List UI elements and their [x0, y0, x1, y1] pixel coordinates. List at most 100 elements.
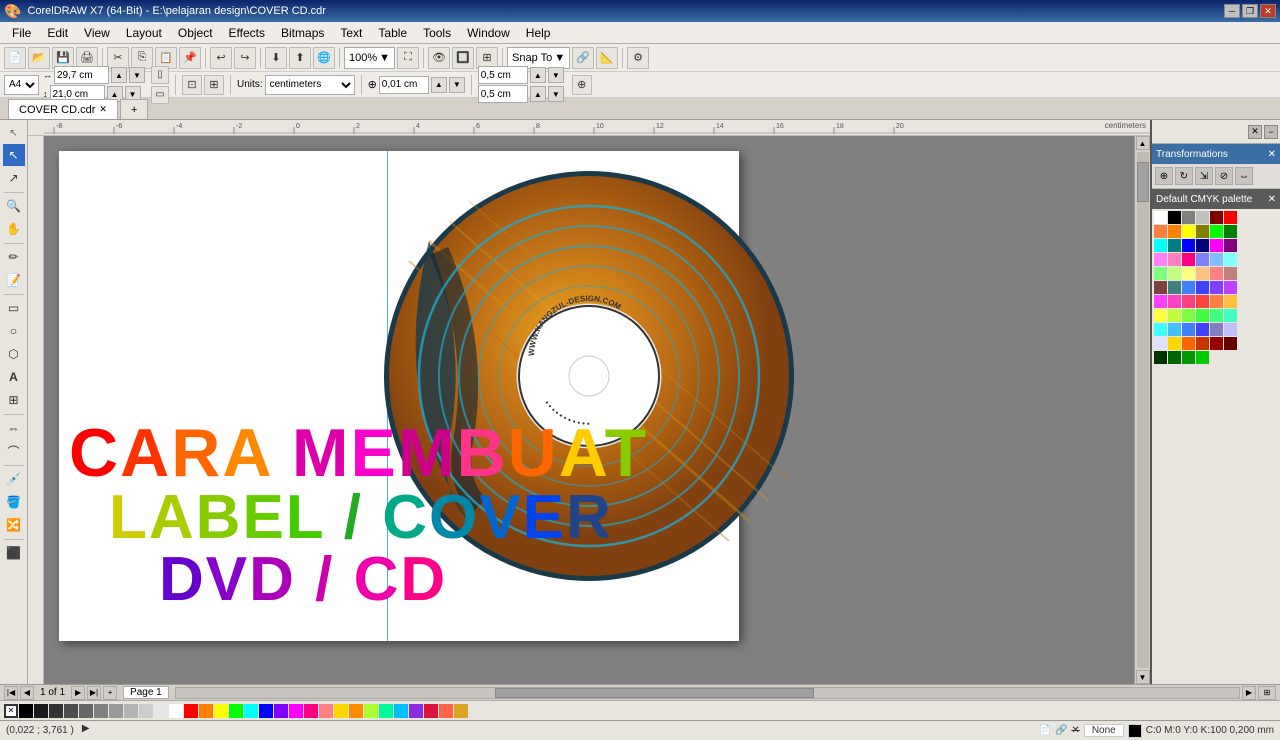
color-swatch[interactable] [1196, 337, 1209, 350]
color-palette-close[interactable]: ✕ [1268, 194, 1276, 205]
color-swatch[interactable] [1182, 337, 1195, 350]
menu-bitmaps[interactable]: Bitmaps [273, 24, 332, 42]
color-swatch[interactable] [1182, 295, 1195, 308]
paper-size-dropdown[interactable]: A4 [4, 75, 39, 95]
menu-tools[interactable]: Tools [415, 24, 459, 42]
color-swatch[interactable] [1196, 267, 1209, 280]
tab-close-button[interactable]: ✕ [99, 104, 107, 115]
color-swatch[interactable] [1182, 267, 1195, 280]
color-swatch[interactable] [1224, 253, 1237, 266]
transform-panel-close[interactable]: ✕ [1268, 149, 1276, 160]
smart-fill-tool[interactable]: ⬛ [3, 542, 25, 564]
first-page-button[interactable]: |◀ [4, 686, 18, 700]
eyedropper-tool[interactable]: 💉 [3, 468, 25, 490]
next-page-button[interactable]: ▶ [71, 686, 85, 700]
color-swatch[interactable] [1196, 351, 1209, 364]
minimize-button[interactable]: ─ [1224, 4, 1240, 18]
bottom-color-swatch[interactable] [424, 704, 438, 718]
bottom-color-swatch[interactable] [229, 704, 243, 718]
bottom-color-swatch[interactable] [274, 704, 288, 718]
color-swatch[interactable] [1168, 239, 1181, 252]
color-swatch[interactable] [1224, 337, 1237, 350]
transform-scale[interactable]: ⇲ [1195, 167, 1213, 185]
fill-tool[interactable]: 🪣 [3, 491, 25, 513]
pan-tool[interactable]: ✋ [3, 218, 25, 240]
portrait-button[interactable]: ▯ [151, 66, 169, 84]
page-border-button[interactable]: ⊞ [204, 75, 224, 95]
bottom-color-swatch[interactable] [184, 704, 198, 718]
color-swatch[interactable] [1154, 211, 1167, 224]
color-swatch[interactable] [1154, 351, 1167, 364]
color-swatch[interactable] [1210, 225, 1223, 238]
color-swatch[interactable] [1224, 295, 1237, 308]
document-properties-icon[interactable]: 📄 [1038, 725, 1050, 736]
snap-button[interactable]: 🔗 [572, 47, 594, 69]
transform-rotate[interactable]: ↻ [1175, 167, 1193, 185]
bottom-color-swatch[interactable] [94, 704, 108, 718]
color-swatch[interactable] [1210, 211, 1223, 224]
close-button[interactable]: ✕ [1260, 4, 1276, 18]
bottom-color-swatch[interactable] [334, 704, 348, 718]
color-swatch[interactable] [1168, 295, 1181, 308]
bottom-color-swatch[interactable] [409, 704, 423, 718]
micro-nudge-up[interactable]: ▲ [530, 86, 546, 102]
color-swatch[interactable] [1196, 323, 1209, 336]
menu-layout[interactable]: Layout [118, 24, 170, 42]
page-tab[interactable]: Page 1 [123, 686, 169, 699]
bottom-color-swatch[interactable] [34, 704, 48, 718]
color-swatch[interactable] [1168, 337, 1181, 350]
bottom-color-swatch[interactable] [394, 704, 408, 718]
super-nudge-input[interactable] [478, 66, 528, 84]
paste-special-button[interactable]: 📌 [179, 47, 201, 69]
color-swatch[interactable] [1154, 253, 1167, 266]
zoom-tool[interactable]: 🔍 [3, 195, 25, 217]
interactive-blend-tool[interactable]: 🔀 [3, 514, 25, 536]
color-swatch[interactable] [1182, 309, 1195, 322]
color-swatch[interactable] [1210, 267, 1223, 280]
color-swatch[interactable] [1196, 281, 1209, 294]
bottom-color-swatch[interactable] [154, 704, 168, 718]
transform-mirror[interactable]: ⇔ [1235, 167, 1253, 185]
bottom-color-swatch[interactable] [199, 704, 213, 718]
color-swatch[interactable] [1154, 295, 1167, 308]
color-swatch[interactable] [1182, 225, 1195, 238]
width-input[interactable] [54, 66, 109, 84]
vertical-scrollbar[interactable]: ▲ ▼ [1134, 136, 1150, 684]
snap-info-icon[interactable]: 🔗 [1055, 725, 1067, 736]
color-swatch[interactable] [1154, 309, 1167, 322]
scroll-up-button[interactable]: ▲ [1136, 136, 1150, 150]
color-swatch[interactable] [1196, 295, 1209, 308]
panel-close-button[interactable]: ✕ [1248, 125, 1262, 139]
parallel-dimension-tool[interactable]: ⇔ [3, 417, 25, 439]
color-swatch[interactable] [1224, 281, 1237, 294]
bottom-color-swatch[interactable] [19, 704, 33, 718]
color-swatch[interactable] [1224, 267, 1237, 280]
bottom-color-swatch[interactable] [364, 704, 378, 718]
transform-skew[interactable]: ⊘ [1215, 167, 1233, 185]
nudge-down[interactable]: ▼ [449, 77, 465, 93]
color-swatch[interactable] [1168, 309, 1181, 322]
color-swatch[interactable] [1196, 253, 1209, 266]
color-swatch[interactable] [1210, 337, 1223, 350]
width-up[interactable]: ▲ [111, 67, 127, 83]
h-scroll-right[interactable]: ▶ [1242, 686, 1256, 700]
status-nav-button[interactable]: ▶ [82, 723, 98, 739]
menu-text[interactable]: Text [332, 24, 370, 42]
bottom-color-swatch[interactable] [169, 704, 183, 718]
freehand-tool[interactable]: ✏ [3, 246, 25, 268]
bottom-color-swatch[interactable] [79, 704, 93, 718]
freehand-pick-tool[interactable]: ↗ [3, 167, 25, 189]
bottom-color-swatch[interactable] [454, 704, 468, 718]
color-swatch[interactable] [1168, 323, 1181, 336]
menu-effects[interactable]: Effects [221, 24, 273, 42]
color-swatch[interactable] [1182, 239, 1195, 252]
super-nudge-up[interactable]: ▲ [530, 67, 546, 83]
ellipse-tool[interactable]: ○ [3, 320, 25, 342]
tab-add[interactable]: + [120, 99, 148, 119]
add-page-nav-button[interactable]: + [103, 686, 117, 700]
menu-help[interactable]: Help [518, 24, 559, 42]
color-swatch[interactable] [1224, 211, 1237, 224]
units-dropdown[interactable]: centimeters [265, 75, 355, 95]
bottom-color-swatch[interactable] [124, 704, 138, 718]
bottom-color-swatch[interactable] [259, 704, 273, 718]
